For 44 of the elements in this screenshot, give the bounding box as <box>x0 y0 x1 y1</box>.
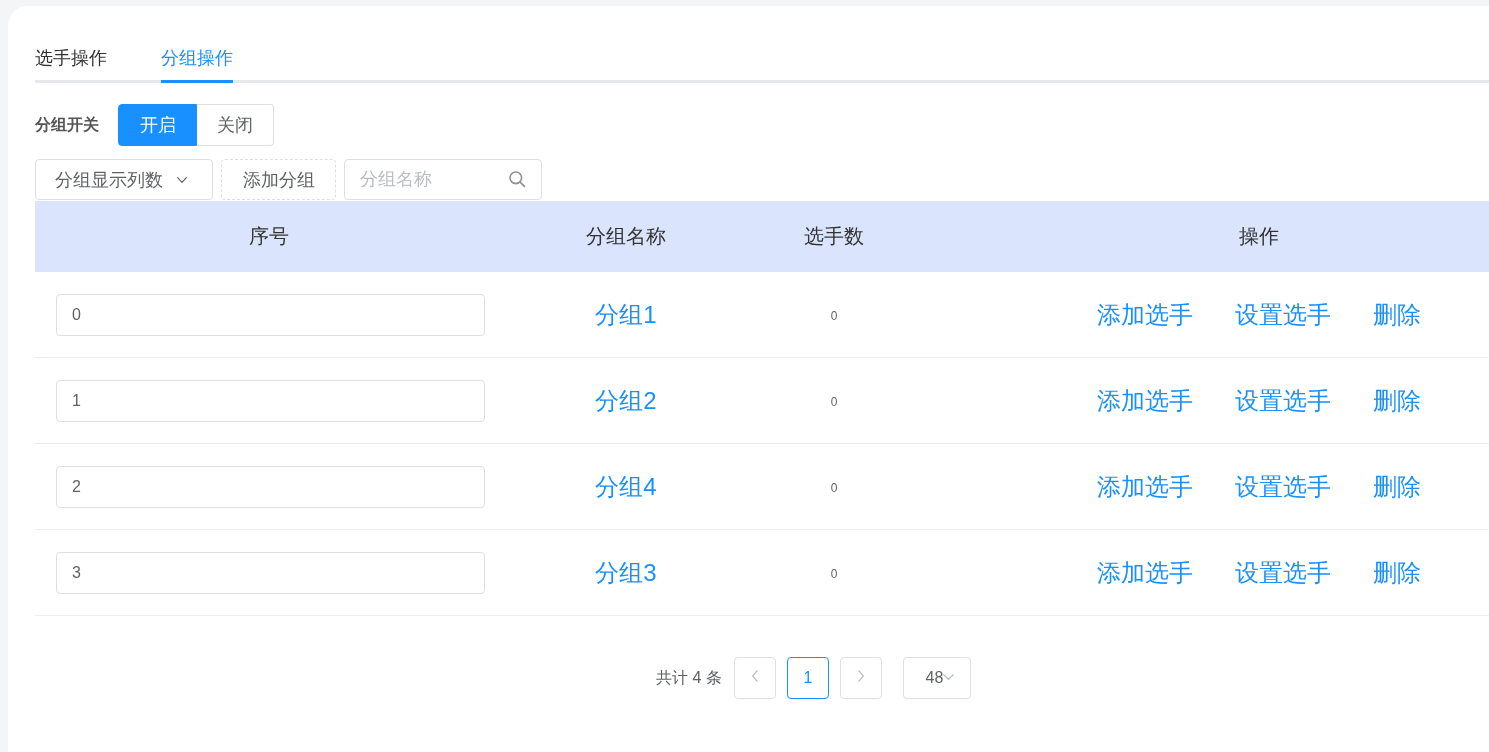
group-name-link[interactable]: 分组4 <box>595 472 657 500</box>
order-input[interactable]: 0 <box>56 293 485 336</box>
action-link[interactable]: 设置选手 <box>1235 384 1331 417</box>
switch-label: 分组开关 <box>35 114 99 135</box>
column-header: 分组名称 <box>586 225 666 247</box>
action-link[interactable]: 设置选手 <box>1235 556 1331 589</box>
toggle-option-button[interactable]: 开启 <box>118 104 197 146</box>
order-input[interactable]: 3 <box>56 551 485 594</box>
total-count: 共计 4 条 <box>656 667 722 688</box>
search-icon <box>509 171 526 188</box>
player-count: 0 <box>830 566 838 581</box>
group-name-link[interactable]: 分组1 <box>595 300 657 328</box>
action-link[interactable]: 删除 <box>1373 384 1421 417</box>
column-header: 序号 <box>249 225 289 247</box>
add-group-button[interactable]: 添加分组 <box>221 159 336 200</box>
order-input[interactable]: 2 <box>56 465 485 508</box>
action-link[interactable]: 删除 <box>1373 298 1421 331</box>
page-size-select[interactable]: 48 <box>902 657 971 699</box>
action-link[interactable]: 删除 <box>1373 556 1421 589</box>
player-count: 0 <box>830 480 838 495</box>
action-link[interactable]: 添加选手 <box>1097 298 1193 331</box>
player-count: 0 <box>830 394 838 409</box>
group-name-link[interactable]: 分组2 <box>595 386 657 414</box>
page-button[interactable]: 1 <box>786 657 829 699</box>
column-header: 选手数 <box>804 225 864 247</box>
order-input[interactable]: 1 <box>56 379 485 422</box>
tab[interactable]: 选手操作 <box>35 46 107 83</box>
action-link[interactable]: 设置选手 <box>1235 470 1331 503</box>
column-header: 操作 <box>1239 225 1279 247</box>
player-count: 0 <box>830 308 838 323</box>
chevron-down-icon <box>943 673 955 680</box>
chevron-right-icon <box>857 670 864 682</box>
action-link[interactable]: 设置选手 <box>1235 298 1331 331</box>
group-name-link[interactable]: 分组3 <box>595 558 657 586</box>
toggle-option-button[interactable]: 关闭 <box>197 104 274 146</box>
action-link[interactable]: 添加选手 <box>1097 556 1193 589</box>
tab[interactable]: 分组操作 <box>161 46 233 83</box>
action-link[interactable]: 添加选手 <box>1097 470 1193 503</box>
column-count-dropdown[interactable]: 分组显示列数 <box>35 159 213 200</box>
action-link[interactable]: 添加选手 <box>1097 384 1193 417</box>
chevron-down-icon <box>177 176 187 183</box>
chevron-left-icon <box>751 670 758 682</box>
action-link[interactable]: 删除 <box>1373 470 1421 503</box>
search-field[interactable]: 分组名称 <box>344 159 542 200</box>
